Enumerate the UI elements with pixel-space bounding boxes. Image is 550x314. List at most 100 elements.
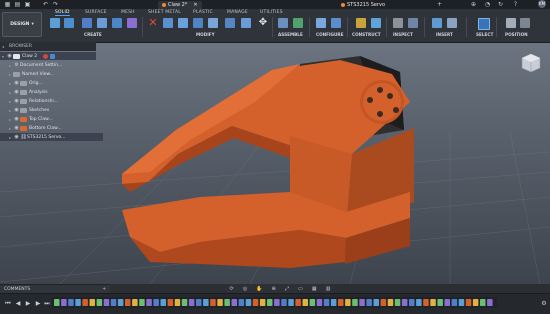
browser-item-sketches[interactable]: ▸ ◉ Sketches xyxy=(0,106,103,114)
next-step-icon[interactable]: ▶ xyxy=(34,300,42,307)
grid-icon[interactable]: ▦ xyxy=(312,286,317,292)
timeline-feature-icon[interactable] xyxy=(252,299,259,306)
browser-item-servo[interactable]: ▸ ◉ ⛓ STS3215 Servo... xyxy=(0,133,103,141)
create-menu[interactable]: CREATE xyxy=(84,32,102,37)
redo-icon[interactable]: ↷ xyxy=(52,1,59,8)
timeline-feature-icon[interactable] xyxy=(444,299,451,306)
capture-position-icon[interactable] xyxy=(520,18,530,28)
timeline-feature-icon[interactable] xyxy=(451,299,458,306)
app-grid-icon[interactable]: ▦ xyxy=(4,1,11,8)
add-comment-icon[interactable]: + xyxy=(102,287,106,292)
doc-tab-claw[interactable]: Claw 2* ✕ xyxy=(158,1,202,9)
tab-mesh[interactable]: MESH xyxy=(121,10,135,15)
timeline-feature-icon[interactable] xyxy=(217,299,223,306)
timeline-feature-icon[interactable] xyxy=(295,299,301,306)
browser-item-analysis[interactable]: ▸ ◉ Analysis xyxy=(0,88,103,96)
timeline-feature-icon[interactable] xyxy=(231,299,238,306)
delete-icon[interactable]: ✕ xyxy=(148,17,158,28)
browser-item-origin[interactable]: ▸ ◉ Orig... xyxy=(0,79,103,87)
timeline-feature-icon[interactable] xyxy=(82,299,88,306)
timeline-feature-icon[interactable] xyxy=(188,299,195,306)
eye-icon[interactable]: ◉ xyxy=(6,53,13,59)
scale-icon[interactable] xyxy=(241,18,251,28)
measure-icon[interactable] xyxy=(393,18,403,28)
fillet-icon[interactable] xyxy=(178,18,188,28)
timeline-feature-icon[interactable] xyxy=(302,299,309,306)
timeline-feature-icon[interactable] xyxy=(274,299,280,306)
eye-icon[interactable]: ◉ xyxy=(13,125,20,131)
timeline-feature-icon[interactable] xyxy=(281,299,287,306)
close-icon[interactable]: ✕ xyxy=(193,2,197,8)
timeline-feature-icon[interactable] xyxy=(174,299,181,306)
timeline-feature-icon[interactable] xyxy=(316,299,323,306)
timeline-feature-icon[interactable] xyxy=(401,299,408,306)
chamfer-icon[interactable] xyxy=(193,18,203,28)
axis-icon[interactable] xyxy=(371,18,381,28)
extrude-icon[interactable] xyxy=(82,18,92,28)
timeline-feature-icon[interactable] xyxy=(68,299,74,306)
timeline-feature-icon[interactable] xyxy=(125,299,131,306)
timeline-settings-icon[interactable]: ⚙ xyxy=(540,300,548,307)
timeline-feature-icon[interactable] xyxy=(288,299,294,306)
press-pull-icon[interactable] xyxy=(163,18,173,28)
tab-manage[interactable]: MANAGE xyxy=(227,10,248,15)
position-menu[interactable]: POSITION xyxy=(505,32,528,37)
file-icon[interactable]: ▤ xyxy=(14,1,21,8)
timeline-feature-icon[interactable] xyxy=(480,299,486,306)
revolve-icon[interactable] xyxy=(97,18,107,28)
eye-icon[interactable]: ◉ xyxy=(13,107,20,113)
tab-utilities[interactable]: UTILITIES xyxy=(260,10,283,15)
first-step-icon[interactable]: ⏮ xyxy=(4,300,12,308)
orbit-icon[interactable]: ⟳ xyxy=(230,286,234,292)
inspect-menu[interactable]: INSPECT xyxy=(393,32,413,37)
timeline-feature-icon[interactable] xyxy=(160,299,167,306)
timeline-feature-icon[interactable] xyxy=(245,299,252,306)
browser-item-document-settings[interactable]: ▸ ⚙ Document Settin... xyxy=(0,61,103,69)
timeline-feature-icon[interactable] xyxy=(330,299,337,306)
timeline-feature-icon[interactable] xyxy=(224,299,230,306)
timeline-feature-icon[interactable] xyxy=(338,299,344,306)
assemble-menu[interactable]: ASSEMBLE xyxy=(278,32,303,37)
doc-tab-servo[interactable]: STS3215 Servo xyxy=(337,1,389,9)
timeline-feature-icon[interactable] xyxy=(259,299,266,306)
combine-icon[interactable] xyxy=(225,18,235,28)
look-at-icon[interactable]: ◎ xyxy=(243,286,247,292)
zoom-icon[interactable]: ⊕ xyxy=(272,286,276,292)
tab-plastic[interactable]: PLASTIC xyxy=(193,10,213,15)
pan-icon[interactable]: ✋ xyxy=(256,286,262,292)
timeline-feature-icon[interactable] xyxy=(139,299,145,306)
offset-plane-icon[interactable] xyxy=(356,18,366,28)
eye-icon[interactable]: ◉ xyxy=(13,80,20,86)
timeline-feature-icon[interactable] xyxy=(132,299,138,306)
timeline-feature-icon[interactable] xyxy=(210,299,216,306)
extensions-icon[interactable]: ⊕ xyxy=(470,1,477,8)
eye-icon[interactable]: ◉ xyxy=(13,134,20,140)
browser-item-relationships[interactable]: ▸ ◉ Relationshi... xyxy=(0,97,103,105)
timeline-feature-icon[interactable] xyxy=(352,299,358,306)
insert-menu[interactable]: INSERT xyxy=(436,32,453,37)
timeline-feature-icon[interactable] xyxy=(394,299,401,306)
timeline-feature-icon[interactable] xyxy=(387,299,394,306)
timeline-feature-icon[interactable] xyxy=(416,299,422,306)
timeline-feature-icon[interactable] xyxy=(203,299,209,306)
timeline-feature-icon[interactable] xyxy=(196,299,202,306)
timeline-feature-icon[interactable] xyxy=(96,299,103,306)
configure-rule-icon[interactable] xyxy=(331,18,341,28)
timeline-feature-icon[interactable] xyxy=(458,299,465,306)
help-icon[interactable]: ? xyxy=(512,1,519,8)
record-icon[interactable] xyxy=(43,53,49,59)
timeline-feature-icon[interactable] xyxy=(487,299,493,306)
timeline-feature-icon[interactable] xyxy=(366,299,372,306)
timeline-feature-icon[interactable] xyxy=(54,299,60,306)
shell-icon[interactable] xyxy=(208,18,218,28)
browser-header[interactable]: BROWSER xyxy=(0,42,96,51)
timeline-feature-icon[interactable] xyxy=(267,299,273,306)
activate-icon[interactable] xyxy=(50,53,56,59)
timeline-feature-icon[interactable] xyxy=(117,299,124,306)
timeline-feature-icon[interactable] xyxy=(380,299,387,306)
view-cube[interactable] xyxy=(520,52,542,74)
browser-item-bottom-claw[interactable]: ▸ ◉ Bottom Claw... xyxy=(0,124,103,132)
timeline-feature-icon[interactable] xyxy=(153,299,159,306)
timeline-feature-icon[interactable] xyxy=(359,299,365,306)
create-form-icon[interactable] xyxy=(64,18,74,28)
